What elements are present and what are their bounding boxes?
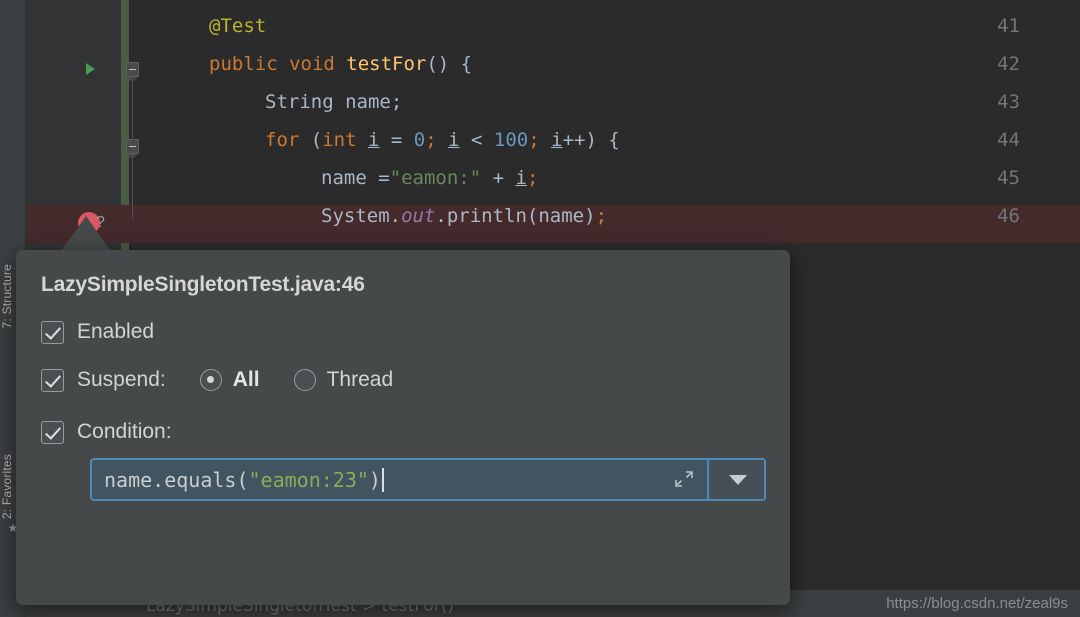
code-line: 42 public void testFor() { [129, 45, 1080, 83]
condition-expr-string: "eamon:23" [248, 467, 369, 492]
code-line: 41 @Test [129, 7, 1080, 45]
condition-expr-suffix: ) [368, 467, 381, 492]
code-line-text[interactable]: System.out.println(name); [321, 197, 607, 235]
popup-pointer [62, 216, 110, 250]
number-token: 0 [413, 129, 426, 151]
punctuation-token: ; [528, 129, 552, 151]
punctuation-token: ; [595, 205, 608, 227]
condition-row[interactable]: Condition: [41, 420, 172, 444]
code-line-text[interactable]: name ="eamon:" + i; [321, 159, 538, 197]
radio-suspend-thread[interactable] [293, 369, 316, 391]
enabled-label: Enabled [77, 320, 155, 343]
page-title: LazySimpleSingletonTest.java:46 [41, 273, 365, 296]
code-line-text[interactable]: for (int i = 0; i < 100; i++) { [265, 121, 620, 159]
operator-token: < [459, 129, 494, 151]
sidebar-item-favorites-label: 2: Favorites [0, 454, 14, 520]
suspend-checkbox[interactable] [41, 368, 64, 392]
operator-token: = [379, 129, 414, 151]
chevron-down-icon [728, 474, 747, 485]
statement-token: String name; [265, 91, 403, 113]
line-number: 43 [997, 91, 1020, 113]
operator-token: + [481, 167, 516, 189]
punctuation-token: () { [426, 53, 473, 75]
static-field-token: out [401, 205, 436, 227]
line-number: 46 [997, 205, 1020, 227]
run-test-icon[interactable] [86, 63, 95, 75]
enabled-checkbox[interactable] [41, 320, 64, 344]
condition-label: Condition: [77, 420, 172, 443]
expand-diagonal-icon[interactable] [672, 468, 696, 492]
code-line-text[interactable]: @Test [209, 7, 266, 45]
code-line: 46 System.out.println(name); [129, 197, 1080, 235]
annotation-token: @Test [209, 15, 267, 37]
divider [707, 460, 709, 499]
condition-expr-prefix: name.equals( [104, 467, 249, 492]
line-number: 41 [997, 15, 1020, 37]
line-number: 44 [997, 129, 1020, 151]
breakpoint-properties-dialog: LazySimpleSingletonTest.java:46 Enabled … [16, 250, 790, 605]
radio-suspend-thread-label: Thread [326, 368, 394, 391]
statement-token: name = [321, 167, 390, 189]
ide-window: ? 40 41 @Test 42 public void testFor() {… [0, 0, 1080, 617]
code-line: 44 for (int i = 0; i < 100; i++) { [129, 121, 1080, 159]
punctuation-token: ++) { [562, 129, 620, 151]
statement-token: System. [321, 205, 402, 227]
keyword-token: for [265, 129, 311, 151]
variable-token: i [367, 129, 380, 151]
suspend-label: Suspend: [77, 368, 166, 391]
code-line: 45 name ="eamon:" + i; [129, 159, 1080, 197]
variable-token: i [448, 129, 460, 151]
number-token: 100 [493, 129, 529, 151]
line-number: 42 [997, 53, 1020, 75]
punctuation-token: ( [310, 129, 323, 151]
condition-history-dropdown[interactable] [711, 460, 764, 499]
line-number: 45 [997, 167, 1020, 189]
code-line-text[interactable]: public void testFor() { [209, 45, 472, 83]
enabled-row[interactable]: Enabled [41, 320, 154, 344]
string-token: "eamon:" [389, 167, 482, 189]
watermark: https://blog.csdn.net/zeal9s [886, 595, 1068, 612]
radio-suspend-all[interactable] [199, 369, 222, 391]
statement-token: .println(name) [435, 205, 596, 227]
condition-input-value: name.equals("eamon:23") [104, 468, 381, 492]
suspend-policy-group[interactable]: All Thread [199, 368, 394, 392]
punctuation-token: ; [425, 129, 449, 151]
suspend-row[interactable]: Suspend: All Thread [41, 368, 393, 392]
keyword-token: int [322, 129, 368, 151]
text-caret [381, 467, 384, 492]
radio-suspend-all-label: All [232, 368, 260, 391]
variable-token: i [551, 129, 563, 151]
punctuation-token: ; [526, 167, 539, 189]
code-line: 43 String name; [129, 83, 1080, 121]
code-line-text[interactable]: String name; [265, 83, 402, 121]
condition-input[interactable]: name.equals("eamon:23") [90, 458, 766, 501]
sidebar-item-structure-label: 7: Structure [0, 264, 14, 329]
condition-checkbox[interactable] [41, 420, 64, 444]
variable-token: i [515, 167, 527, 189]
method-name-token: testFor [346, 53, 427, 75]
keyword-token: public void [209, 53, 347, 75]
